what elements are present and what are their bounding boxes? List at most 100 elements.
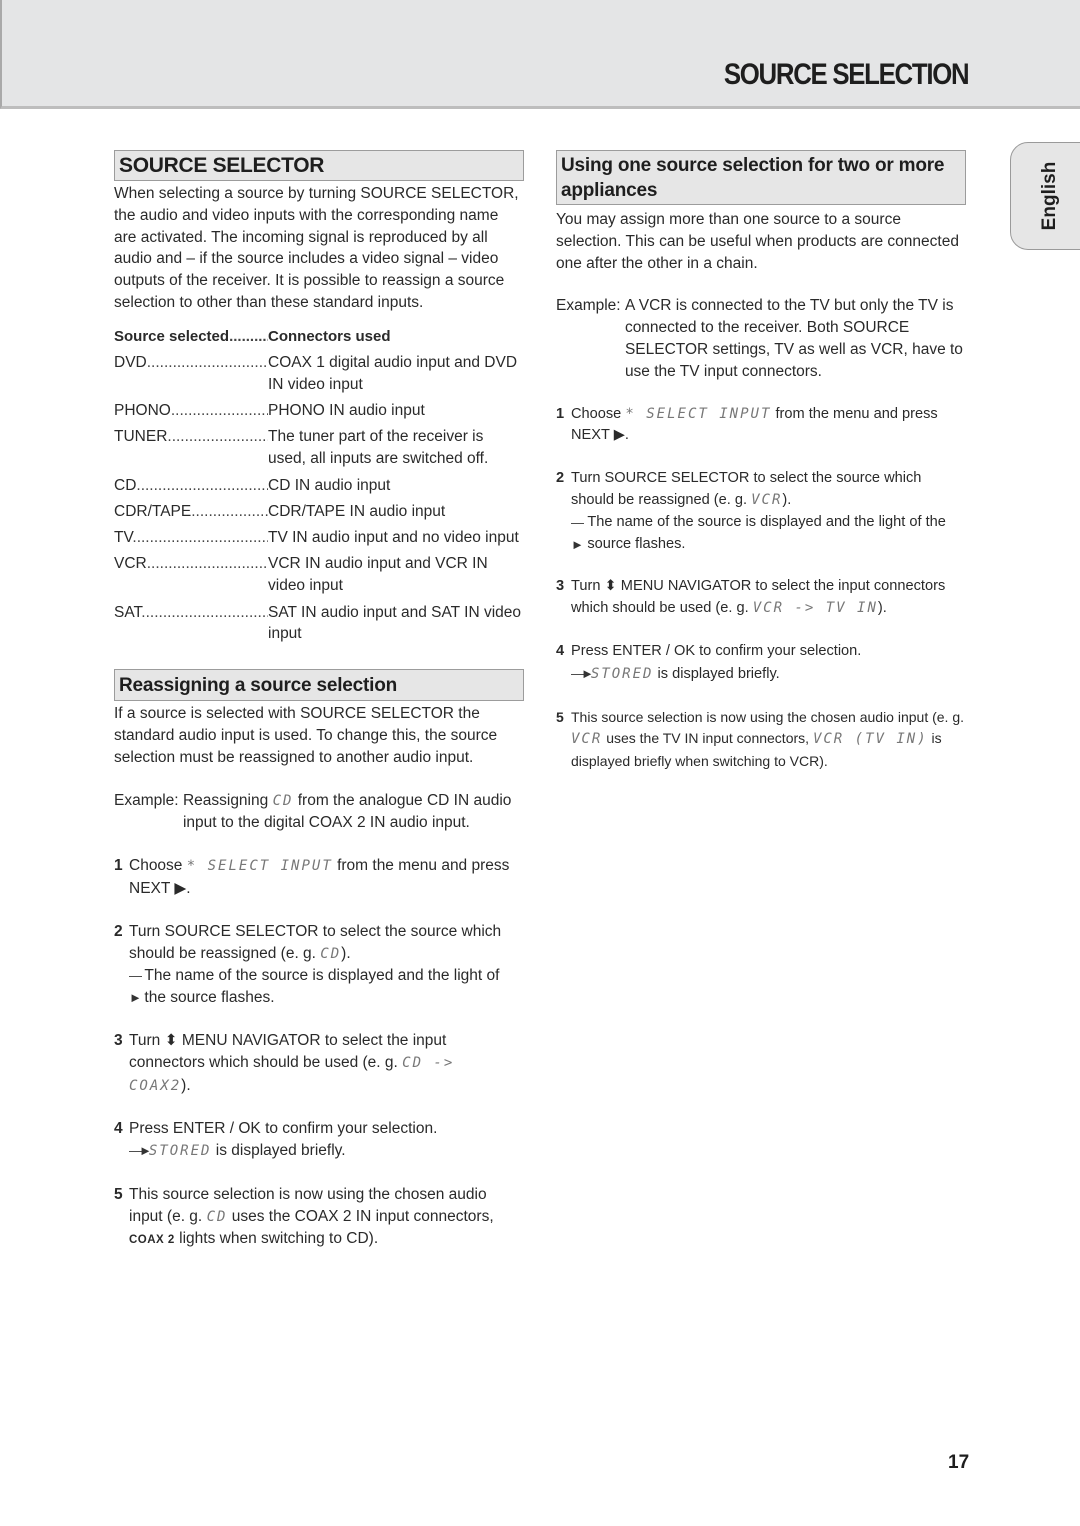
step-4: 4 Press ENTER / OK to confirm your selec… — [114, 1118, 524, 1163]
table-row: TUNERThe tuner part of the receiver is u… — [114, 426, 524, 470]
lcd-display-text: * SELECT INPUT — [186, 858, 333, 875]
source-cell: CD — [114, 475, 268, 497]
page-header: SOURCE SELECTION — [0, 0, 1080, 109]
step-result: is displayed briefly. — [215, 1142, 346, 1160]
table-row: CDCD IN audio input — [114, 475, 524, 497]
example-text: A VCR is connected to the TV but only th… — [624, 297, 963, 380]
step-text: Choose — [571, 405, 622, 422]
connectors-cell: CDR/TAPE IN audio input — [268, 502, 446, 520]
step-number: 1 — [556, 405, 565, 422]
step-number: 3 — [114, 1031, 123, 1049]
lcd-display-text: CD — [272, 792, 294, 809]
step-text: Press ENTER / OK to confirm your selecti… — [571, 642, 862, 659]
column-header-connectors: Connectors used — [268, 327, 391, 345]
lcd-display-text: STORED — [590, 665, 654, 682]
step-body: Choose * SELECT INPUT from the menu and … — [129, 855, 524, 900]
step-text: Turn SOURCE SELECTOR to select the sourc… — [571, 470, 922, 508]
table-row: DVDCOAX 1 digital audio input and DVD IN… — [114, 352, 524, 396]
page-number: 17 — [948, 1452, 970, 1473]
source-selector-intro: When selecting a source by turning SOURC… — [114, 185, 519, 311]
table-row: SATSAT IN audio input and SAT IN video i… — [114, 602, 524, 646]
lcd-display-text: VCR — [571, 731, 603, 748]
lcd-display-text: CD — [206, 1208, 228, 1225]
language-tab: English — [1010, 142, 1080, 250]
step-result: is displayed briefly. — [657, 665, 780, 682]
step-number: 5 — [114, 1185, 123, 1203]
using-one-intro: You may assign more than one source to a… — [556, 211, 959, 272]
connectors-cell: CD IN audio input — [268, 476, 391, 494]
connectors-cell: VCR IN audio input and VCR IN video inpu… — [268, 555, 488, 595]
step-body: Press ENTER / OK to confirm your selecti… — [571, 641, 966, 686]
lcd-display-text: STORED — [148, 1143, 212, 1160]
source-cell: SAT — [114, 602, 268, 646]
step-result: The name of the source is displayed and … — [587, 513, 946, 552]
connectors-cell: COAX 1 digital audio input and DVD IN vi… — [268, 354, 518, 393]
step-body: This source selection is now using the c… — [129, 1184, 524, 1252]
connector-table-header: Source selected Connectors used — [114, 326, 524, 348]
step-5: 5 This source selection is now using the… — [556, 707, 966, 773]
reassigning-intro: If a source is selected with SOURCE SELE… — [114, 705, 498, 766]
step-text: Turn SOURCE SELECTOR to select the sourc… — [129, 922, 502, 962]
connector-table: DVDCOAX 1 digital audio input and DVD IN… — [114, 352, 524, 645]
step-text: uses the TV IN input connectors, — [606, 730, 810, 747]
source-cell: PHONO — [114, 400, 268, 422]
left-column: SOURCE SELECTOR When selecting a source … — [114, 150, 524, 1252]
example-label: Example: — [114, 791, 179, 809]
step-body: Choose * SELECT INPUT from the menu and … — [571, 404, 966, 448]
step-1: 1 Choose * SELECT INPUT from the menu an… — [556, 404, 966, 448]
step-body: Press ENTER / OK to confirm your selecti… — [129, 1118, 524, 1163]
table-row: PHONOPHONO IN audio input — [114, 400, 524, 422]
step-4: 4 Press ENTER / OK to confirm your selec… — [556, 641, 966, 686]
step-text: uses the COAX 2 IN input connectors, — [231, 1207, 494, 1225]
column-header-source: Source selected — [114, 326, 268, 348]
connectors-cell: PHONO IN audio input — [268, 402, 425, 420]
step-3: 3 Turn ⬍ MENU NAVIGATOR to select the in… — [556, 576, 966, 620]
reassigning-example: Example: Reassigning CD from the analogu… — [114, 790, 524, 835]
step-text: ). — [782, 491, 792, 508]
connectors-cell: SAT IN audio input and SAT IN video inpu… — [268, 603, 522, 643]
step-body: This source selection is now using the c… — [571, 707, 966, 773]
step-text: Choose — [129, 857, 183, 875]
step-2: 2 Turn SOURCE SELECTOR to select the sou… — [556, 468, 966, 555]
step-number: 5 — [556, 708, 564, 725]
right-column: Using one source selection for two or mo… — [556, 150, 966, 773]
using-one-example: Example: A VCR is connected to the TV bu… — [556, 295, 966, 382]
source-cell: DVD — [114, 352, 268, 396]
table-row: VCRVCR IN audio input and VCR IN video i… — [114, 553, 524, 597]
step-number: 1 — [114, 857, 123, 875]
step-number: 2 — [556, 470, 565, 487]
step-result: The name of the source is displayed and … — [144, 967, 500, 1007]
step-1: 1 Choose * SELECT INPUT from the menu an… — [114, 855, 524, 900]
source-cell: VCR — [114, 553, 268, 597]
step-body: Turn SOURCE SELECTOR to select the sourc… — [129, 921, 524, 1009]
result-arrow-icon: —► — [129, 1143, 152, 1159]
step-body: Turn SOURCE SELECTOR to select the sourc… — [571, 468, 966, 555]
lcd-display-text: VCR -> TV IN — [752, 600, 878, 617]
lcd-display-text: * SELECT INPUT — [625, 405, 772, 422]
step-number: 2 — [114, 922, 123, 940]
step-number: 4 — [114, 1120, 123, 1138]
section-heading-reassigning: Reassigning a source selection — [114, 669, 524, 702]
lcd-display-text: VCR (TV IN) — [812, 731, 928, 748]
example-text-pre: Reassigning — [182, 791, 269, 809]
example-label: Example: — [556, 297, 621, 315]
section-heading-source-selector: SOURCE SELECTOR — [114, 150, 524, 181]
result-arrow-icon: —► — [571, 514, 584, 552]
source-cell: TV — [114, 527, 268, 549]
connectors-cell: The tuner part of the receiver is used, … — [268, 428, 489, 468]
step-number: 4 — [556, 642, 565, 659]
page-title: SOURCE SELECTION — [723, 58, 969, 91]
step-5: 5 This source selection is now using the… — [114, 1184, 524, 1252]
step-text: This source selection is now using the c… — [571, 708, 965, 725]
step-text: lights when switching to CD). — [179, 1230, 379, 1248]
step-2: 2 Turn SOURCE SELECTOR to select the sou… — [114, 921, 524, 1009]
step-text: ). — [877, 600, 887, 617]
result-arrow-icon: —► — [571, 665, 594, 681]
step-body: Turn ⬍ MENU NAVIGATOR to select the inpu… — [571, 576, 966, 620]
lcd-display-text: VCR — [751, 491, 783, 508]
table-row: TVTV IN audio input and no video input — [114, 527, 524, 549]
language-label: English — [1039, 161, 1060, 231]
table-row: CDR/TAPECDR/TAPE IN audio input — [114, 501, 524, 523]
lcd-display-text: CD — [320, 945, 342, 962]
example-text: Reassigning CD from the analogue CD IN a… — [183, 790, 524, 835]
